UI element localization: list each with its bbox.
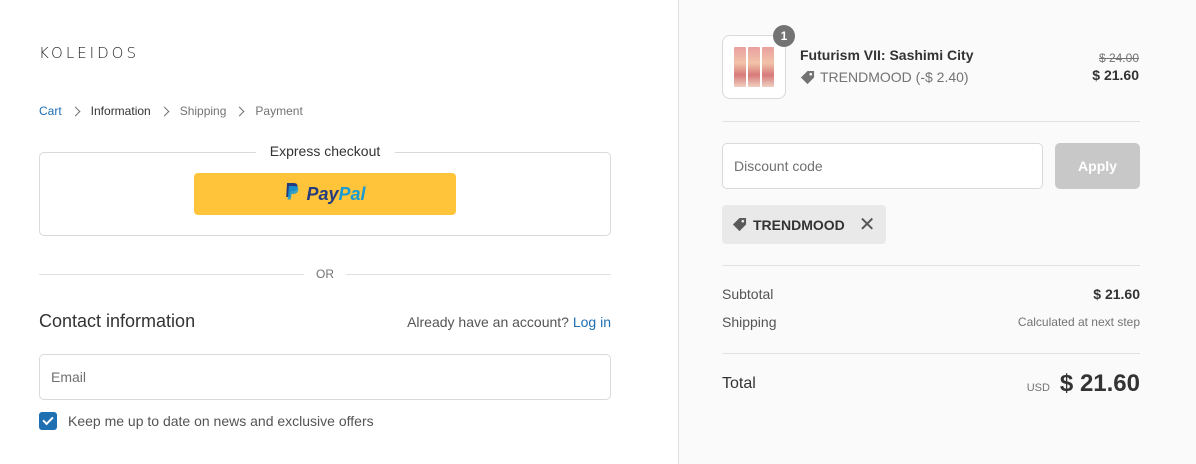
chevron-right-icon bbox=[234, 106, 245, 116]
original-price: $ 24.00 bbox=[1098, 51, 1139, 65]
product-discount-label: TRENDMOOD (-$ 2.40) bbox=[820, 69, 969, 85]
divider-line bbox=[39, 273, 304, 275]
product-image bbox=[734, 47, 774, 87]
total-label: Total bbox=[722, 375, 756, 392]
shipping-value: Calculated at next step bbox=[1017, 315, 1140, 329]
express-checkout-section: Express checkout PayPal bbox=[39, 143, 611, 236]
quantity-badge: 1 bbox=[773, 25, 795, 47]
checkmark-icon bbox=[42, 413, 54, 426]
tag-icon bbox=[800, 70, 815, 85]
tag-icon bbox=[732, 217, 747, 232]
total-value: $ 21.60 bbox=[1059, 370, 1140, 397]
newsletter-checkbox[interactable] bbox=[39, 412, 57, 430]
shipping-row: Shipping Calculated at next step bbox=[722, 314, 1140, 330]
contact-information-title: Contact information bbox=[39, 311, 196, 331]
close-icon[interactable]: ✕ bbox=[859, 215, 876, 235]
product-discount: TRENDMOOD (-$ 2.40) bbox=[800, 69, 969, 85]
breadcrumb: Cart Information Shipping Payment bbox=[39, 104, 303, 118]
or-text: OR bbox=[316, 267, 334, 281]
paypal-button[interactable]: PayPal bbox=[194, 173, 456, 215]
breadcrumb-payment: Payment bbox=[255, 104, 303, 118]
breadcrumb-information: Information bbox=[90, 104, 151, 118]
email-field[interactable] bbox=[39, 354, 611, 400]
chevron-right-icon bbox=[159, 106, 170, 116]
express-checkout-title: Express checkout bbox=[255, 143, 395, 159]
subtotal-value: $ 21.60 bbox=[1093, 286, 1140, 302]
breadcrumb-shipping: Shipping bbox=[179, 104, 227, 118]
product-name: Futurism VII: Sashimi City bbox=[800, 47, 974, 63]
order-summary: 1 Futurism VII: Sashimi City TRENDMOOD (… bbox=[678, 0, 1196, 464]
currency-code: USD bbox=[1026, 382, 1050, 394]
summary-divider bbox=[722, 353, 1140, 354]
product-price: $ 21.60 bbox=[1092, 67, 1139, 83]
total-row: Total USD $ 21.60 bbox=[722, 370, 1140, 398]
paypal-logo-icon bbox=[284, 182, 300, 207]
applied-discount-code: TRENDMOOD bbox=[753, 216, 845, 233]
divider-line bbox=[346, 273, 611, 275]
paypal-pay-text: Pay bbox=[306, 183, 339, 204]
subtotal-row: Subtotal $ 21.60 bbox=[722, 286, 1140, 302]
checkout-main: KOLEIDOS Cart Information Shipping Payme… bbox=[0, 0, 678, 464]
shipping-label: Shipping bbox=[722, 314, 777, 330]
summary-divider bbox=[722, 265, 1140, 266]
newsletter-option[interactable]: Keep me up to date on news and exclusive… bbox=[39, 412, 374, 430]
summary-divider bbox=[722, 121, 1140, 122]
newsletter-label: Keep me up to date on news and exclusive… bbox=[68, 413, 374, 429]
apply-button[interactable]: Apply bbox=[1055, 143, 1140, 189]
paypal-pal-text: Pal bbox=[338, 183, 366, 204]
account-prompt: Already have an account? Log in bbox=[407, 314, 611, 330]
or-divider: OR bbox=[39, 266, 611, 282]
login-link[interactable]: Log in bbox=[573, 314, 611, 330]
applied-discount-tag: TRENDMOOD ✕ bbox=[722, 205, 886, 244]
total-amount: USD $ 21.60 bbox=[1027, 370, 1140, 398]
subtotal-label: Subtotal bbox=[722, 286, 774, 302]
store-logo[interactable]: KOLEIDOS bbox=[39, 44, 139, 62]
discount-code-field[interactable] bbox=[722, 143, 1043, 189]
breadcrumb-cart[interactable]: Cart bbox=[39, 104, 62, 118]
account-prompt-text: Already have an account? bbox=[407, 314, 569, 330]
chevron-right-icon bbox=[70, 106, 81, 116]
paypal-wordmark: PayPal bbox=[306, 184, 365, 205]
